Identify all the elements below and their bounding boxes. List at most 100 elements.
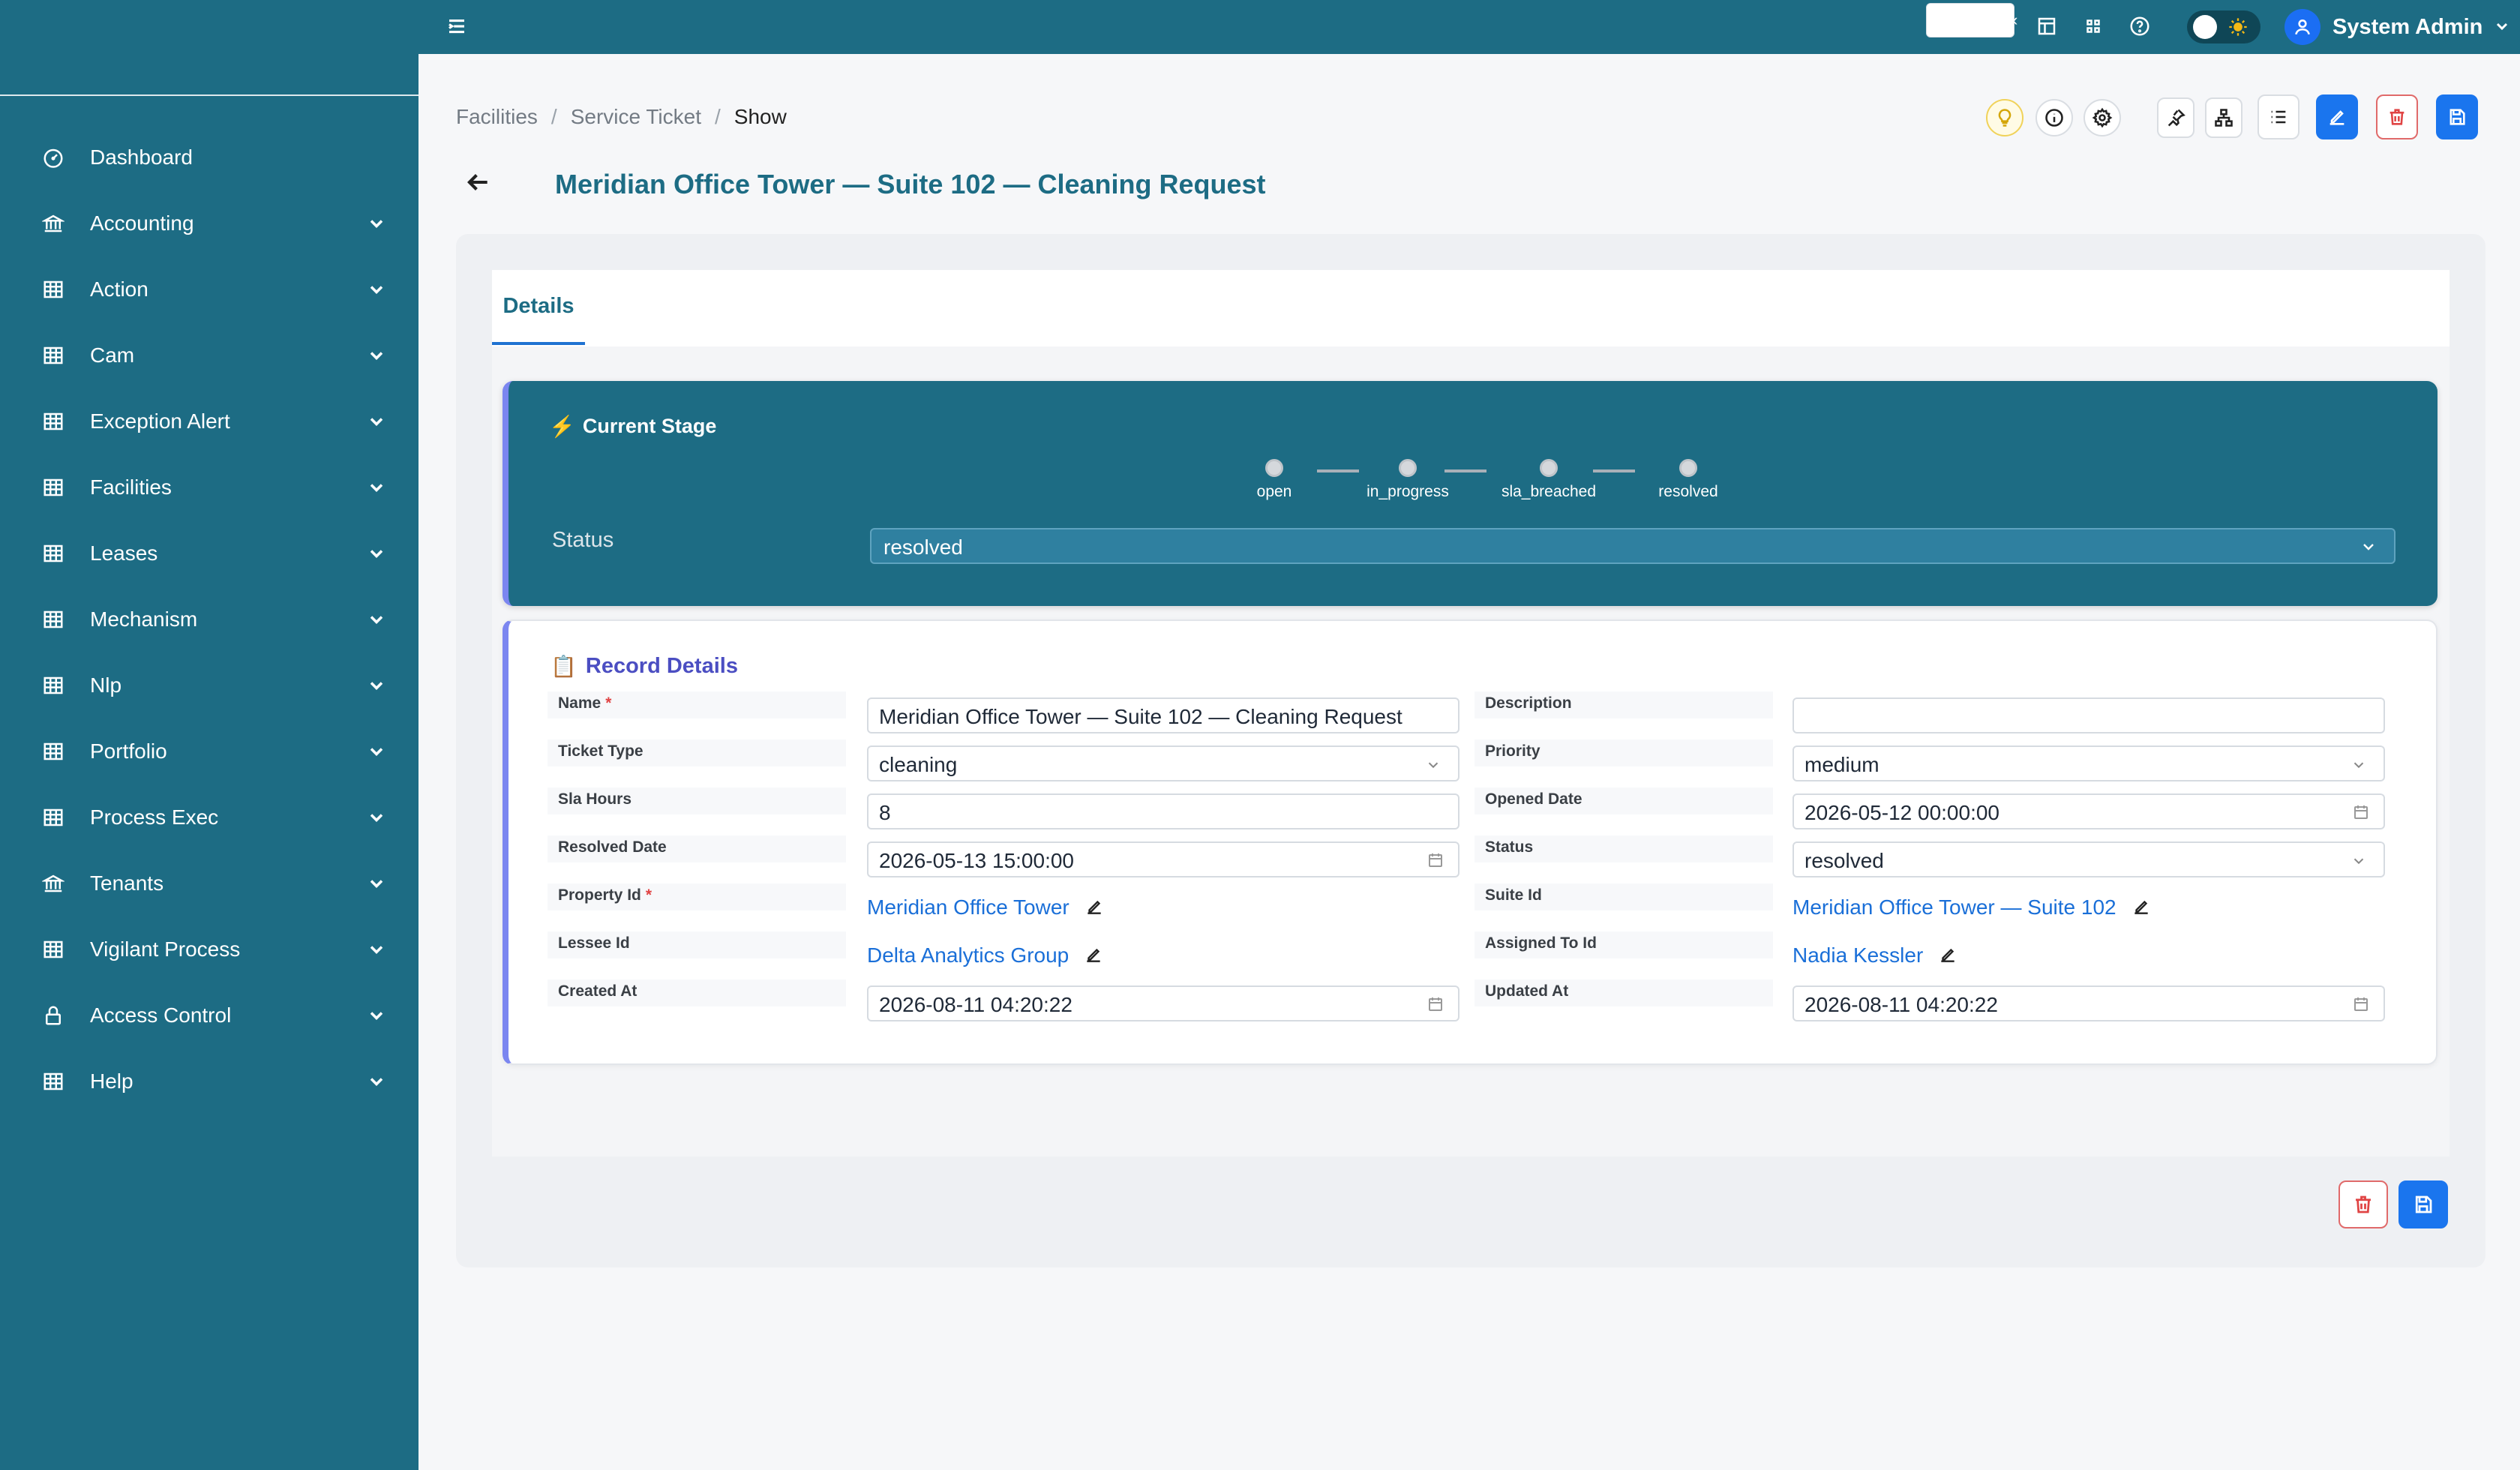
required-marker: * — [605, 694, 612, 712]
sidebar-item-access-control[interactable]: Access Control — [0, 982, 418, 1048]
field-label-text: Property Id — [558, 886, 641, 904]
back-arrow-icon[interactable] — [464, 168, 494, 198]
sidebar-item-label: Exception Alert — [90, 410, 230, 433]
sitemap-icon — [2215, 109, 2233, 127]
info-icon — [2045, 109, 2063, 127]
field-label-description: Description — [1474, 692, 1773, 718]
sidebar-item-nlp[interactable]: Nlp — [0, 652, 418, 718]
field-label-text: Ticket Type — [558, 742, 644, 760]
field-label-ticket-type: Ticket Type — [548, 740, 846, 766]
resolved-date-input[interactable]: 2026-05-13 15:00:00 — [867, 842, 1460, 878]
pencil-icon[interactable] — [1084, 897, 1106, 918]
pencil-icon[interactable] — [1084, 945, 1105, 966]
breadcrumb-link[interactable]: Service Ticket — [571, 105, 701, 129]
created-at-input[interactable]: 2026-08-11 04:20:22 — [867, 986, 1460, 1022]
sidebar-item-tenants[interactable]: Tenants — [0, 850, 418, 916]
stage-step-resolved[interactable]: resolved — [1632, 459, 1744, 501]
stage-step-in-progress[interactable]: in_progress — [1352, 459, 1464, 501]
grid-icon[interactable] — [2082, 15, 2106, 39]
breadcrumb-separator: / — [714, 105, 721, 128]
list-button[interactable] — [2258, 94, 2300, 140]
sidebar-item-leases[interactable]: Leases — [0, 520, 418, 586]
priority-select[interactable]: medium — [1792, 746, 2385, 782]
save-button[interactable] — [2436, 94, 2478, 140]
description-input[interactable] — [1792, 698, 2385, 734]
layout-icon[interactable] — [2036, 15, 2060, 39]
edit-button[interactable] — [2316, 94, 2358, 140]
lessee-id-value: Delta Analytics Group — [867, 944, 1070, 967]
save-button-bottom[interactable] — [2398, 1180, 2448, 1228]
tab-details[interactable]: Details — [492, 270, 585, 345]
menu-toggle-icon[interactable] — [446, 15, 470, 39]
pencil-icon[interactable] — [2132, 897, 2152, 918]
sidebar-item-exception-alert[interactable]: Exception Alert — [0, 388, 418, 454]
sidebar-item-label: Process Exec — [90, 806, 219, 829]
calendar-icon[interactable] — [2352, 802, 2372, 822]
pin-button[interactable] — [2157, 98, 2194, 138]
field-label-status: Status — [1474, 836, 1773, 862]
info-button[interactable] — [2036, 99, 2073, 136]
pencil-icon[interactable] — [1938, 945, 1959, 966]
field-label-text: Updated At — [1485, 982, 1569, 1000]
assigned-to-id-link[interactable]: Nadia Kessler — [1792, 938, 1959, 974]
sidebar-item-process-exec[interactable]: Process Exec — [0, 784, 418, 850]
field-label-resolved-date: Resolved Date — [548, 836, 846, 862]
field-label-text: Name — [558, 694, 602, 712]
chevron-down-icon — [366, 279, 387, 300]
sidebar-item-label: Mechanism — [90, 608, 198, 631]
delete-button[interactable] — [2376, 94, 2418, 140]
sidebar-item-cam[interactable]: Cam — [0, 322, 418, 388]
sidebar-brand — [0, 0, 418, 96]
table-icon — [40, 673, 66, 698]
sidebar-item-help[interactable]: Help — [0, 1048, 418, 1114]
delete-button-bottom[interactable] — [2338, 1180, 2388, 1228]
theme-toggle[interactable] — [2187, 10, 2260, 44]
stage-step-sla-breached[interactable]: sla_breached — [1492, 459, 1605, 501]
sidebar-item-facilities[interactable]: Facilities — [0, 454, 418, 520]
lightning-icon: ⚡ — [549, 415, 575, 438]
hierarchy-button[interactable] — [2205, 98, 2242, 138]
breadcrumb-current: Show — [734, 105, 787, 128]
calendar-icon[interactable] — [2352, 994, 2372, 1014]
ticket-type-select[interactable]: cleaning — [867, 746, 1460, 782]
suite-id-link[interactable]: Meridian Office Tower — Suite 102 — [1792, 890, 2152, 926]
current-stage-title: ⚡ Current Stage — [549, 414, 716, 439]
settings-button[interactable] — [2084, 99, 2121, 136]
status-select[interactable]: resolved — [1792, 842, 2385, 878]
stage-status-select[interactable]: resolved — [870, 528, 2396, 564]
name-input[interactable]: Meridian Office Tower — Suite 102 — Clea… — [867, 698, 1460, 734]
stage-dot — [1540, 459, 1558, 477]
opened-date-input[interactable]: 2026-05-12 00:00:00 — [1792, 794, 2385, 830]
property-id-link[interactable]: Meridian Office Tower — [867, 890, 1106, 926]
assigned-to-id-value: Nadia Kessler — [1792, 944, 1924, 967]
lessee-id-link[interactable]: Delta Analytics Group — [867, 938, 1105, 974]
user-menu[interactable]: System Admin — [2284, 9, 2512, 45]
sidebar-item-label: Tenants — [90, 872, 164, 895]
updated-at-value: 2026-08-11 04:20:22 — [1804, 993, 1998, 1016]
breadcrumb: Facilities / Service Ticket / Show — [456, 105, 787, 129]
stage-status-label: Status — [552, 528, 614, 552]
sidebar-item-label: Accounting — [90, 212, 194, 235]
chevron-down-icon — [2493, 17, 2512, 37]
breadcrumb-link[interactable]: Facilities — [456, 105, 538, 129]
sidebar-item-vigilant-process[interactable]: Vigilant Process — [0, 916, 418, 982]
bank-icon — [40, 871, 66, 896]
sla-hours-input[interactable]: 8 — [867, 794, 1460, 830]
lightbulb-button[interactable] — [1986, 99, 2024, 136]
updated-at-input[interactable]: 2026-08-11 04:20:22 — [1792, 986, 2385, 1022]
help-icon[interactable] — [2128, 15, 2152, 39]
sidebar-item-dashboard[interactable]: Dashboard — [0, 124, 418, 190]
field-label-suite-id: Suite Id — [1474, 884, 1773, 910]
calendar-icon[interactable] — [1426, 850, 1446, 870]
top-search-input[interactable] — [1926, 3, 2014, 38]
sidebar-item-mechanism[interactable]: Mechanism — [0, 586, 418, 652]
calendar-icon[interactable] — [1426, 994, 1446, 1014]
sidebar-item-accounting[interactable]: Accounting — [0, 190, 418, 256]
stage-step-label: sla_breached — [1501, 483, 1597, 500]
current-stage-title-text: Current Stage — [582, 415, 717, 437]
sidebar-item-action[interactable]: Action — [0, 256, 418, 322]
sidebar-item-portfolio[interactable]: Portfolio — [0, 718, 418, 784]
stage-step-open[interactable]: open — [1218, 459, 1330, 501]
sidebar: Dashboard Accounting Action Cam Exceptio… — [0, 0, 418, 1470]
required-marker: * — [645, 886, 652, 904]
